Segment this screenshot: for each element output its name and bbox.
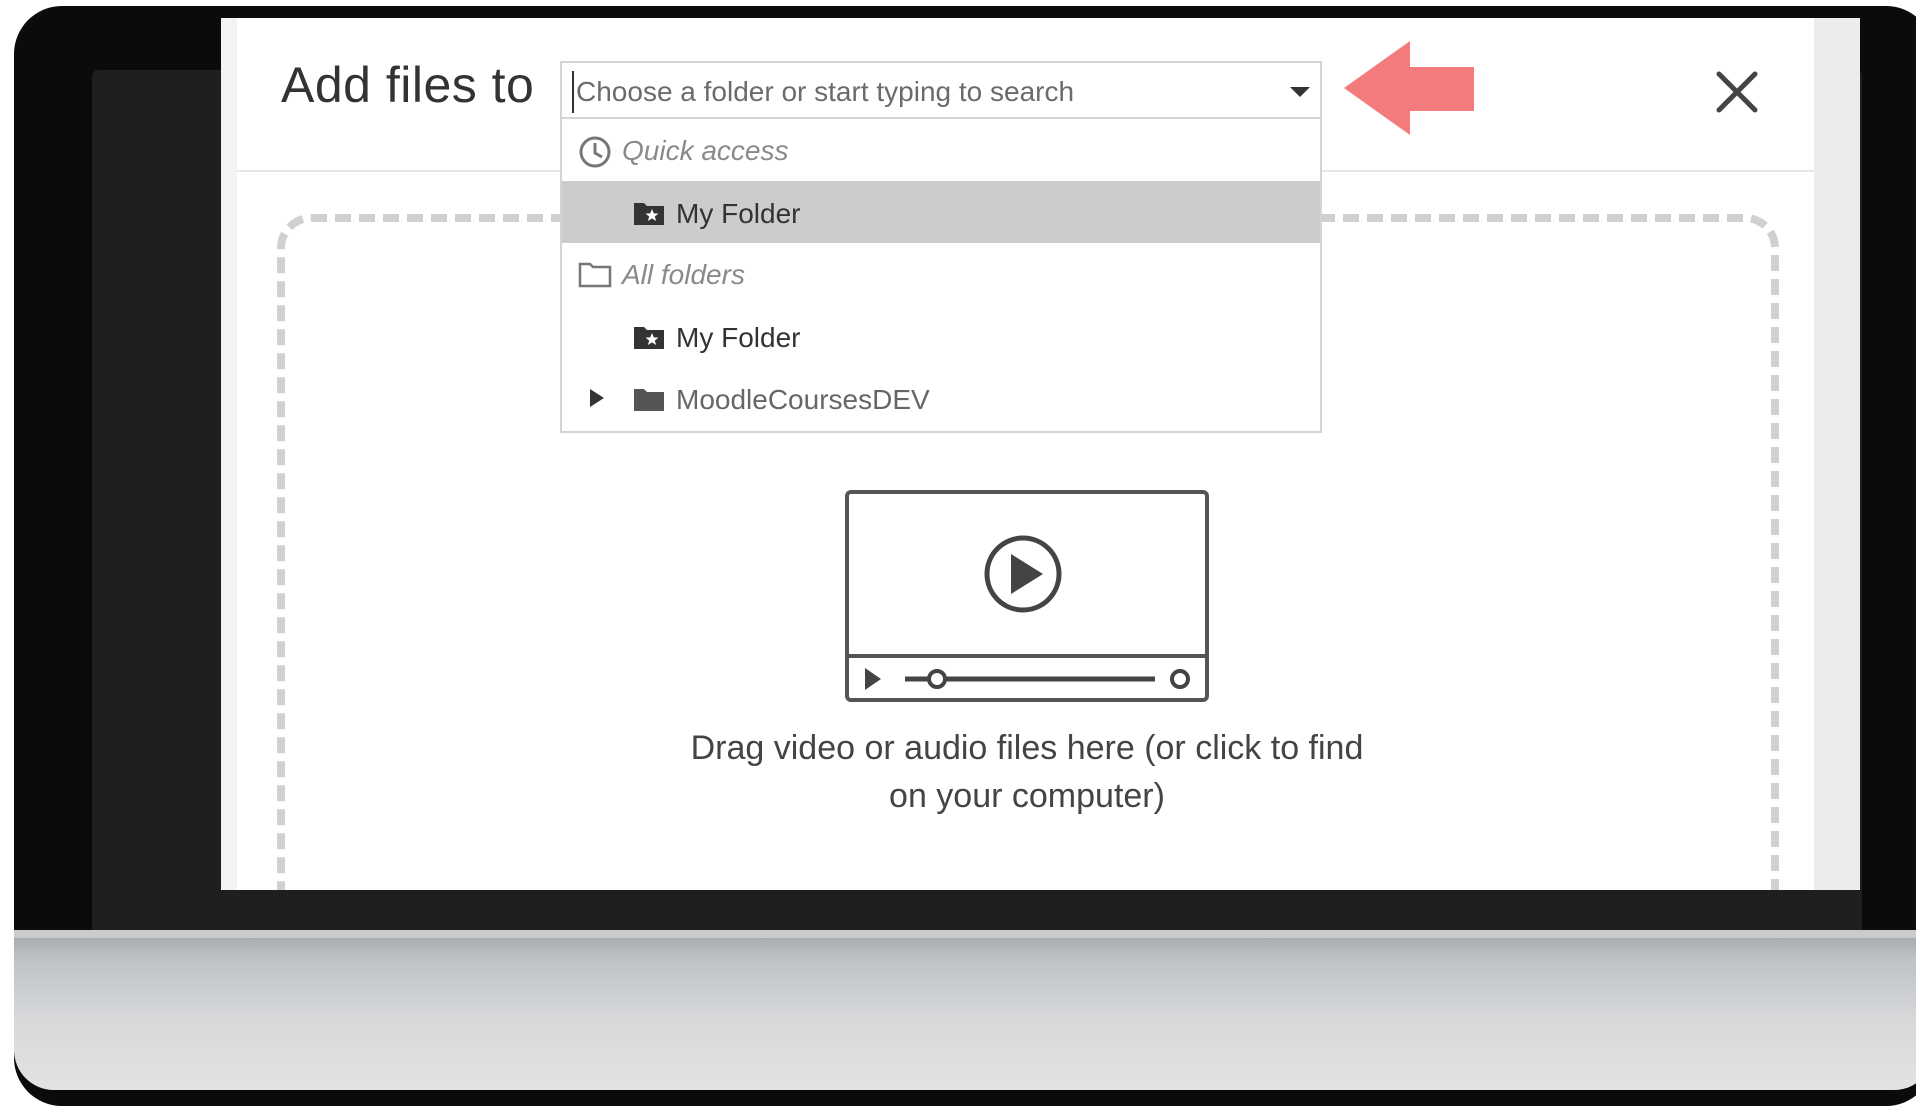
monitor-chin-edge — [14, 930, 1916, 938]
section-header-label: Quick access — [622, 135, 789, 166]
background-page-edge — [221, 18, 237, 890]
folder-icon — [634, 389, 664, 411]
dropdown-section-all-folders: All folders — [562, 243, 1320, 305]
dropzone-text-line2: on your computer) — [889, 777, 1165, 815]
folder-outline-icon — [578, 262, 612, 288]
starred-folder-icon — [634, 327, 664, 349]
starred-folder-icon — [634, 203, 664, 225]
folder-picker[interactable] — [560, 61, 1322, 119]
dropzone-instructions: Drag video or audio files here (or click… — [637, 724, 1417, 820]
dropdown-item-my-folder-quick[interactable]: My Folder — [562, 181, 1320, 243]
dropdown-section-quick-access: Quick access — [562, 119, 1320, 181]
folder-label: MoodleCoursesDEV — [676, 384, 930, 415]
close-icon — [1716, 71, 1758, 113]
background-page-scroll-area — [1814, 18, 1860, 890]
close-button[interactable] — [1707, 62, 1767, 122]
expand-arrow-icon[interactable] — [590, 389, 604, 407]
caret-down-icon[interactable] — [1290, 87, 1310, 97]
folder-label: My Folder — [676, 198, 801, 229]
left-arrow-icon — [1344, 41, 1474, 135]
dialog-title: Add files to — [281, 57, 535, 113]
folder-label: My Folder — [676, 322, 801, 353]
monitor-chin — [14, 930, 1916, 1090]
add-files-dialog: Add files to Drag video or audio files h… — [237, 18, 1814, 890]
dropdown-item-moodlecoursesdev[interactable]: MoodleCoursesDEV — [562, 367, 1320, 429]
folder-search-input[interactable] — [572, 71, 1268, 113]
clock-icon — [579, 136, 611, 168]
video-player-icon — [845, 490, 1209, 702]
section-header-label: All folders — [622, 259, 745, 290]
dropdown-item-my-folder[interactable]: My Folder — [562, 305, 1320, 367]
folder-dropdown: Quick access My Folder All folders My Fo… — [560, 119, 1322, 433]
dropzone-text-line1: Drag video or audio files here (or click… — [690, 729, 1364, 767]
